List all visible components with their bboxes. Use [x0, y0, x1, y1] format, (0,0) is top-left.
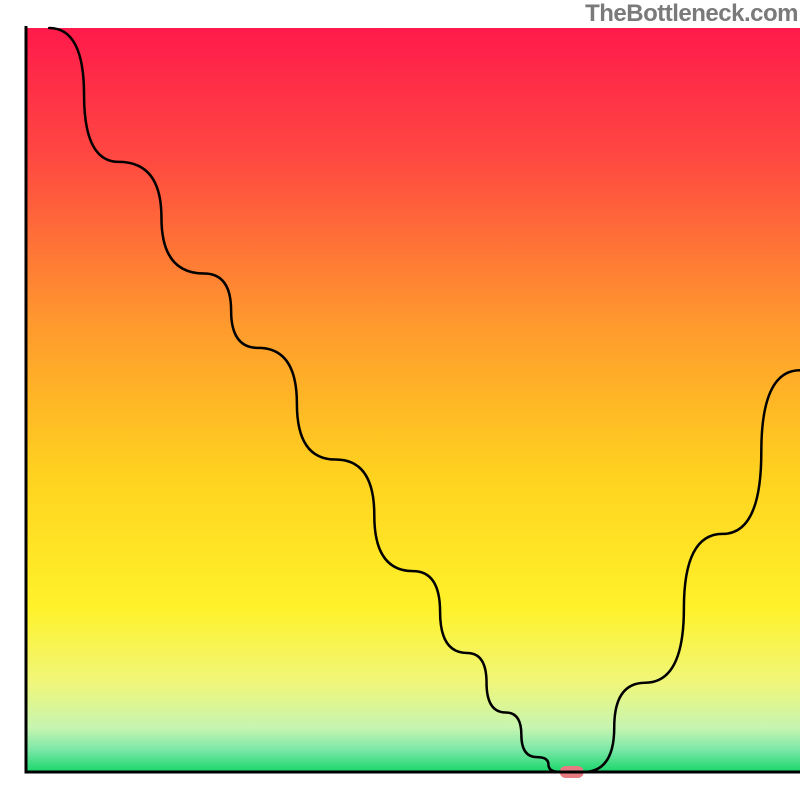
chart-svg — [0, 0, 800, 800]
watermark-text: TheBottleneck.com — [585, 0, 798, 28]
gradient-background — [26, 28, 800, 772]
bottleneck-chart: TheBottleneck.com — [0, 0, 800, 800]
